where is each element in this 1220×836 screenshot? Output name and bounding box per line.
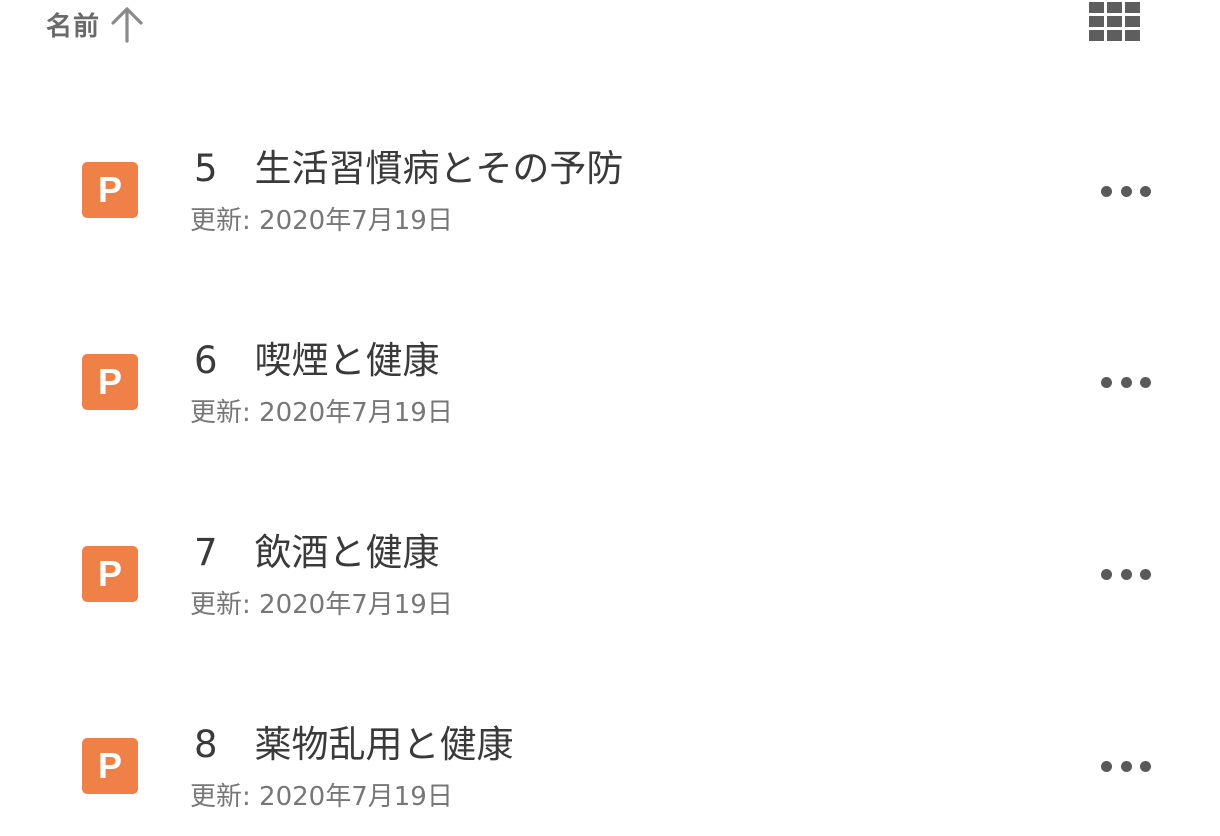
- more-horizontal-icon: [1101, 185, 1112, 197]
- file-title: 5 生活習慣病とその予防: [194, 147, 624, 190]
- file-updated-date: 更新: 2020年7月19日: [190, 206, 453, 236]
- file-row[interactable]: P 7 飲酒と健康 更新: 2020年7月19日: [0, 494, 1220, 644]
- powerpoint-file-icon: P: [82, 162, 138, 218]
- more-options-button[interactable]: [1098, 751, 1154, 781]
- more-horizontal-icon: [1101, 760, 1112, 772]
- powerpoint-file-icon: P: [82, 546, 138, 602]
- more-options-button[interactable]: [1098, 367, 1154, 397]
- sort-by-name-button[interactable]: 名前: [46, 4, 146, 44]
- file-updated-date: 更新: 2020年7月19日: [190, 590, 453, 620]
- file-updated-date: 更新: 2020年7月19日: [190, 398, 453, 428]
- file-row[interactable]: P 8 薬物乱用と健康 更新: 2020年7月19日: [0, 686, 1220, 836]
- file-title: 6 喫煙と健康: [194, 339, 440, 382]
- powerpoint-file-icon: P: [82, 354, 138, 410]
- file-row[interactable]: P 6 喫煙と健康 更新: 2020年7月19日: [0, 302, 1220, 452]
- more-horizontal-icon: [1101, 568, 1112, 580]
- more-horizontal-icon: [1101, 376, 1112, 388]
- file-row[interactable]: P 5 生活習慣病とその予防 更新: 2020年7月19日: [0, 110, 1220, 260]
- more-options-button[interactable]: [1098, 559, 1154, 589]
- powerpoint-file-icon: P: [82, 738, 138, 794]
- list-header: 名前: [0, 0, 1220, 60]
- more-options-button[interactable]: [1098, 176, 1154, 206]
- file-updated-date: 更新: 2020年7月19日: [190, 782, 453, 812]
- file-title: 7 飲酒と健康: [194, 531, 440, 574]
- file-title: 8 薬物乱用と健康: [194, 723, 514, 766]
- arrow-up-icon: [111, 7, 143, 43]
- sort-label: 名前: [46, 11, 101, 42]
- grid-view-icon[interactable]: [1089, 2, 1141, 42]
